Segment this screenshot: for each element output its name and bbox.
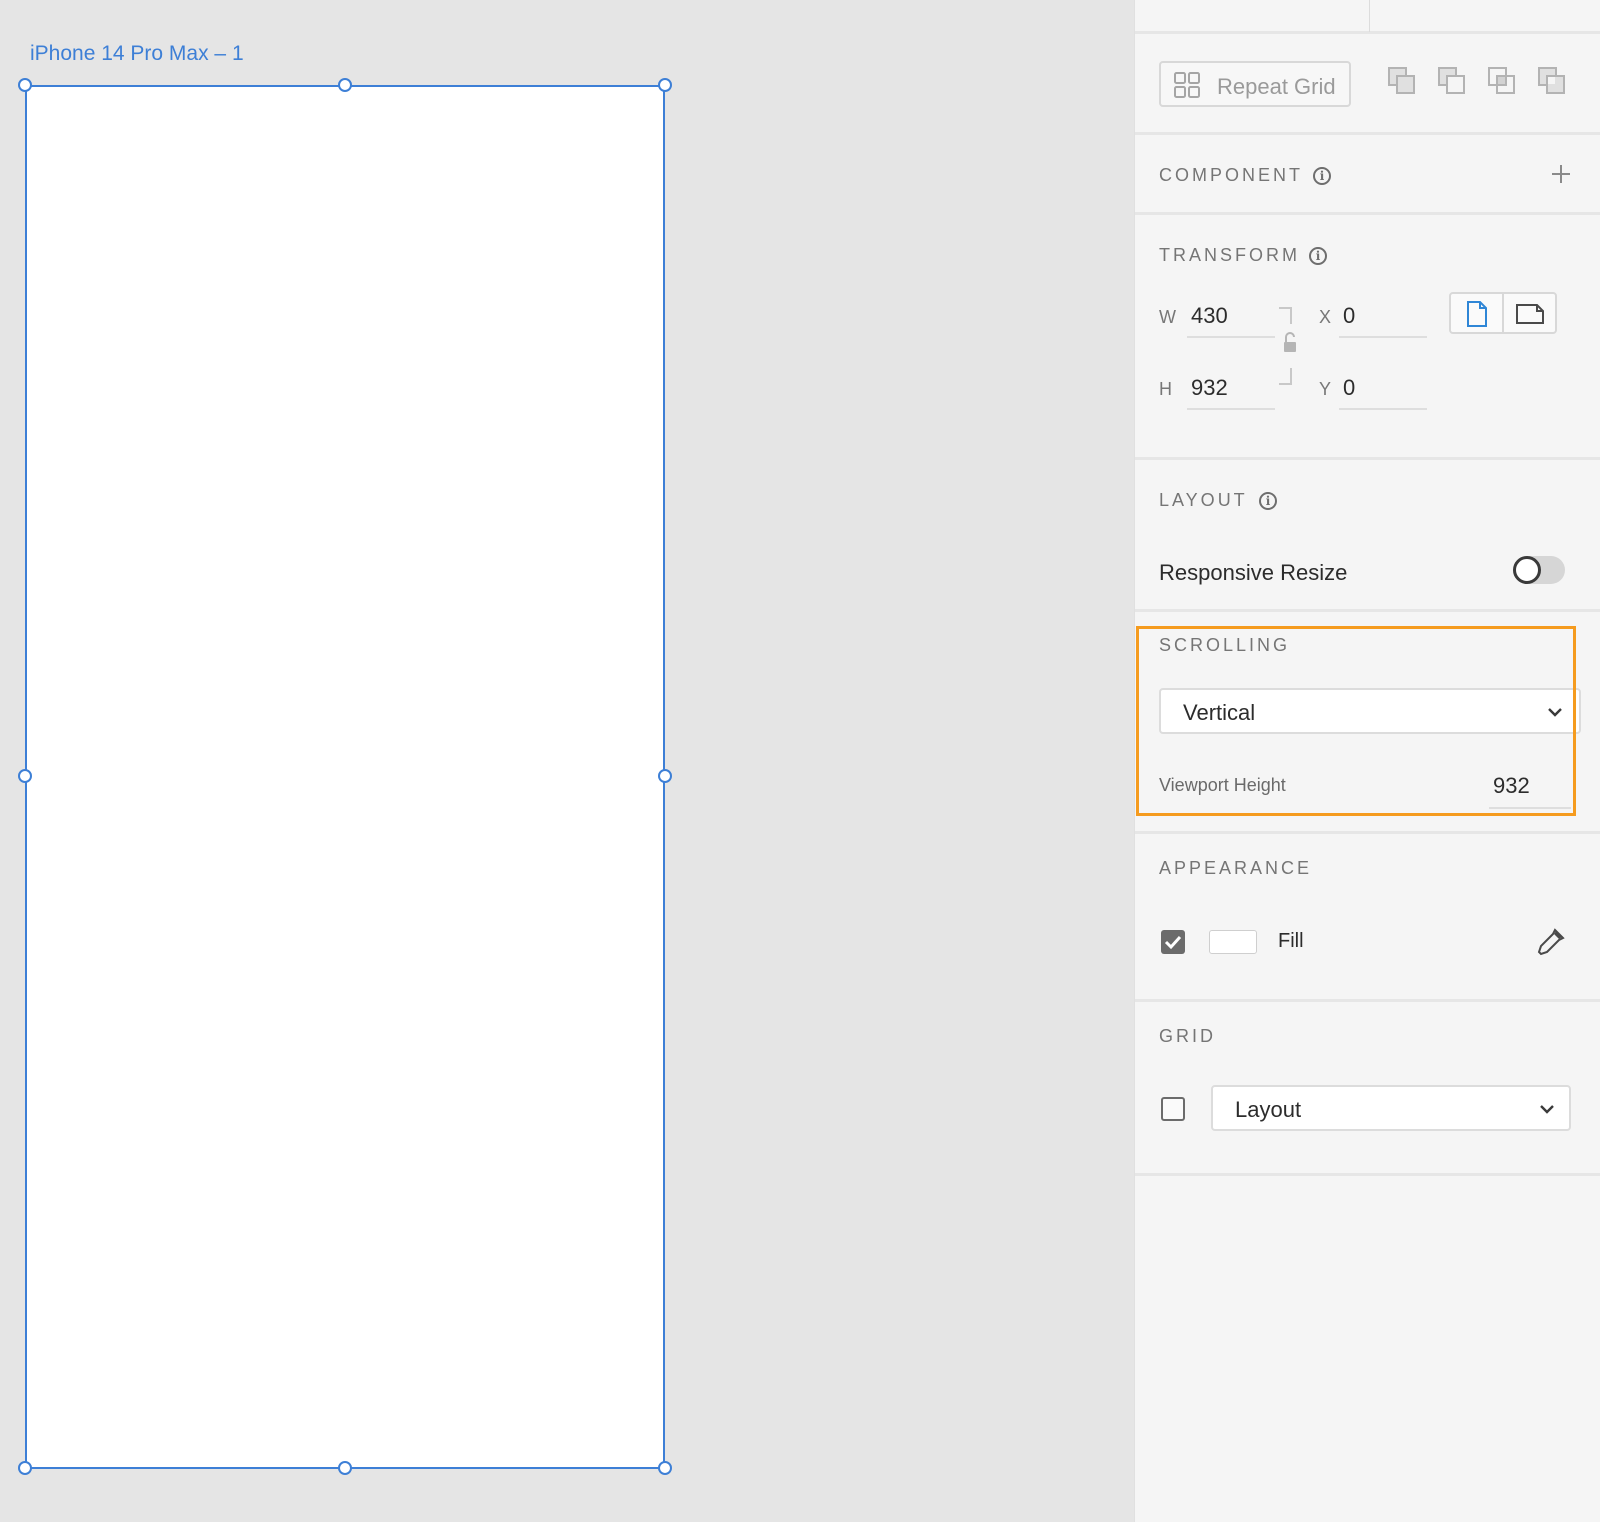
x-label: X — [1319, 307, 1332, 327]
repeat-grid-button[interactable]: Repeat Grid — [1159, 61, 1351, 107]
width-label: W — [1159, 307, 1176, 327]
viewport-height-underline — [1489, 807, 1571, 809]
intersect-icon[interactable] — [1487, 66, 1517, 96]
repeat-grid-icon — [1174, 72, 1200, 98]
transform-title: TRANSFORM — [1159, 245, 1300, 265]
appearance-section: APPEARANCE — [1135, 834, 1600, 1002]
grid-type: Layout — [1235, 1097, 1302, 1122]
layout-title: LAYOUT — [1159, 490, 1248, 510]
responsive-resize-toggle[interactable] — [1513, 556, 1565, 584]
x-field[interactable]: 0 — [1343, 303, 1355, 329]
fill-color-swatch[interactable] — [1209, 930, 1257, 954]
component-section: COMPONENT i — [1135, 135, 1600, 215]
design-canvas[interactable]: iPhone 14 Pro Max – 1 — [0, 0, 1134, 1522]
appearance-title: APPEARANCE — [1159, 858, 1313, 878]
grid-type-dropdown[interactable]: Layout — [1211, 1085, 1571, 1131]
resize-handle-bottom-left[interactable] — [18, 1461, 32, 1475]
info-icon[interactable]: i — [1309, 247, 1327, 265]
grid-title: GRID — [1159, 1026, 1216, 1046]
artboard[interactable] — [25, 85, 665, 1469]
viewport-height-field[interactable]: 932 — [1493, 773, 1530, 799]
info-icon[interactable]: i — [1313, 167, 1331, 185]
landscape-icon[interactable] — [1515, 303, 1545, 325]
toggle-knob — [1513, 556, 1541, 584]
height-label: H — [1159, 379, 1172, 399]
add-icon[interactable] — [1387, 66, 1417, 96]
toolbar-divider — [1369, 0, 1370, 32]
checkmark-icon — [1164, 935, 1182, 950]
unlocked-icon[interactable] — [1277, 306, 1301, 388]
y-underline — [1339, 408, 1427, 410]
exclude-icon[interactable] — [1537, 66, 1567, 96]
grid-checkbox[interactable] — [1161, 1097, 1185, 1121]
scrolling-title: SCROLLING — [1159, 635, 1291, 655]
subtract-icon[interactable] — [1437, 66, 1467, 96]
fill-checkbox[interactable] — [1161, 930, 1185, 954]
component-title: COMPONENT — [1159, 165, 1303, 185]
resize-handle-bottom-right[interactable] — [658, 1461, 672, 1475]
plus-icon[interactable] — [1550, 163, 1572, 185]
resize-handle-top-right[interactable] — [658, 78, 672, 92]
y-field[interactable]: 0 — [1343, 375, 1355, 401]
eyedropper-icon[interactable] — [1535, 926, 1567, 958]
y-label: Y — [1319, 379, 1332, 399]
width-underline — [1187, 336, 1275, 338]
resize-handle-bottom[interactable] — [338, 1461, 352, 1475]
orientation-divider — [1502, 294, 1504, 332]
responsive-resize-label: Responsive Resize — [1159, 560, 1348, 585]
resize-handle-right[interactable] — [658, 769, 672, 783]
x-underline — [1339, 336, 1427, 338]
resize-handle-left[interactable] — [18, 769, 32, 783]
resize-handle-top-left[interactable] — [18, 78, 32, 92]
chevron-down-icon — [1548, 708, 1562, 717]
fill-label: Fill — [1278, 930, 1304, 952]
repeat-grid-label: Repeat Grid — [1217, 74, 1336, 99]
orientation-toggle — [1449, 292, 1557, 334]
width-field[interactable]: 430 — [1191, 303, 1228, 329]
viewport-height-label: Viewport Height — [1159, 775, 1286, 795]
scrolling-dropdown[interactable]: Vertical — [1159, 688, 1581, 734]
height-underline — [1187, 408, 1275, 410]
layout-section: LAYOUT i Responsive Resize — [1135, 460, 1600, 612]
info-icon[interactable]: i — [1259, 492, 1277, 510]
portrait-icon[interactable] — [1466, 300, 1488, 328]
chevron-down-icon — [1540, 1105, 1554, 1114]
align-toolbar — [1135, 0, 1600, 34]
height-field[interactable]: 932 — [1191, 375, 1228, 401]
resize-handle-top[interactable] — [338, 78, 352, 92]
scrolling-mode: Vertical — [1183, 700, 1256, 725]
artboard-label[interactable]: iPhone 14 Pro Max – 1 — [30, 42, 244, 66]
property-inspector: Repeat Grid COMPONENT i TRANSFORM i W 43… — [1134, 0, 1600, 1522]
